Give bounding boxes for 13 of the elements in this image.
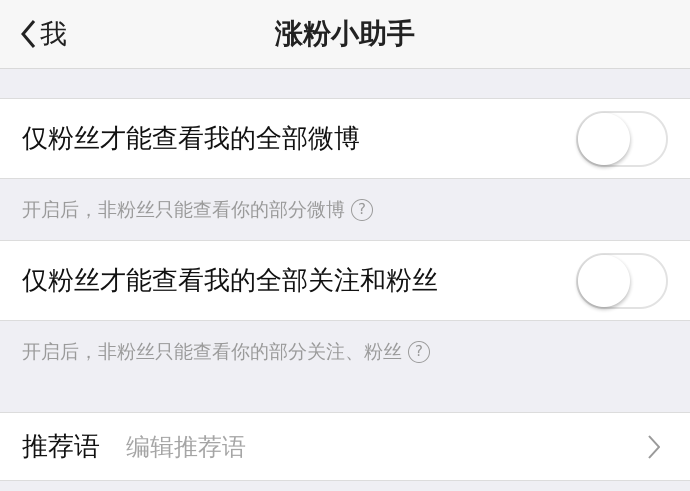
- back-button[interactable]: 我: [20, 16, 67, 52]
- hint-text: 开启后，非粉丝只能查看你的部分关注、粉丝: [22, 340, 402, 364]
- hint-text: 开启后，非粉丝只能查看你的部分微博: [22, 198, 345, 222]
- chevron-left-icon: [20, 19, 36, 49]
- chevron-right-icon: [648, 434, 660, 458]
- input-field[interactable]: 编辑推荐语: [124, 432, 624, 462]
- page-title: 涨粉小助手: [275, 16, 415, 52]
- toggle-switch[interactable]: [576, 110, 668, 166]
- toggle-switch[interactable]: [576, 252, 668, 308]
- setting-label: 仅粉丝才能查看我的全部关注和粉丝: [22, 265, 438, 298]
- recommend-row[interactable]: 推荐语 编辑推荐语: [0, 412, 690, 481]
- row-label: 推荐语: [22, 431, 100, 464]
- setting-label: 仅粉丝才能查看我的全部微博: [22, 123, 360, 156]
